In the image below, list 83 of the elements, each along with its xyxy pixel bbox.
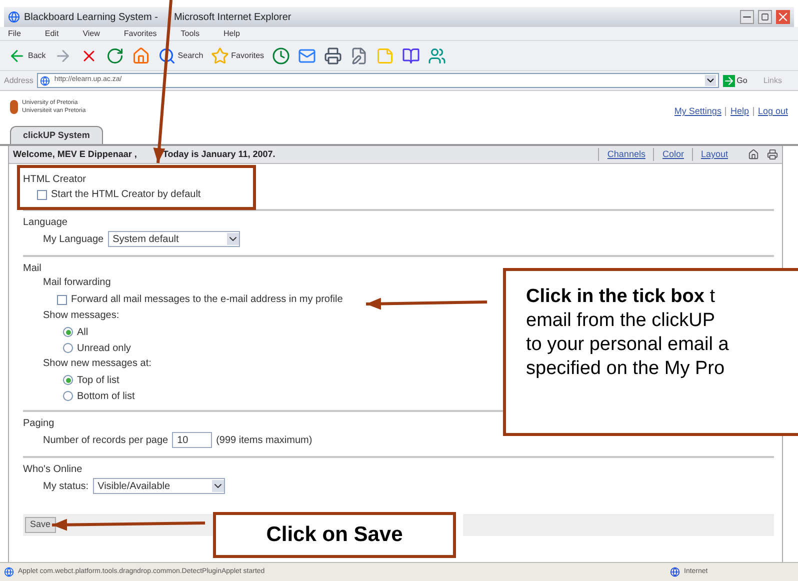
tab[interactable]: clickUP System: [10, 126, 103, 144]
printer-icon: [324, 46, 342, 64]
dropdown[interactable]: Visible/Available: [92, 478, 225, 494]
globe-icon: [670, 567, 680, 577]
menu-item[interactable]: Help: [223, 28, 240, 40]
checkbox[interactable]: [37, 190, 47, 200]
window-title: Microsoft Internet Explorer: [174, 10, 292, 24]
section-title: Paging: [23, 417, 56, 430]
header-link[interactable]: Log out: [758, 105, 788, 118]
header-link[interactable]: Help: [730, 105, 749, 118]
callout-text: email from the clickUP: [526, 309, 715, 333]
checkbox-label: Start the HTML Creator by default: [51, 188, 201, 202]
field-label: Number of records per page: [43, 434, 168, 448]
toolbar-button[interactable]: [298, 46, 316, 64]
radio-label: Unread only: [77, 342, 131, 356]
close-icon[interactable]: [776, 10, 790, 24]
radio-button[interactable]: [63, 375, 73, 385]
edit-icon: [350, 46, 368, 64]
maximize-icon[interactable]: [758, 10, 772, 24]
section-title: HTML Creator: [23, 173, 87, 186]
toolbar-button[interactable]: Favorites: [211, 46, 264, 64]
view-link[interactable]: Layout: [692, 148, 728, 162]
window-title: Blackboard Learning System -: [24, 10, 158, 24]
menu-item[interactable]: File: [8, 28, 21, 40]
menu-item[interactable]: View: [82, 28, 100, 40]
menu-item[interactable]: Favorites: [124, 28, 157, 40]
home-icon: [132, 46, 150, 64]
browser-icon: [8, 11, 20, 23]
callout-text: Click in the tick box t: [526, 285, 715, 309]
group-label: Show new messages at:: [43, 357, 152, 371]
toolbar-button[interactable]: [402, 46, 420, 64]
menu-item[interactable]: Tools: [180, 28, 200, 40]
book-icon: [402, 46, 420, 64]
view-link[interactable]: Color: [653, 148, 684, 162]
radio-label: Bottom of list: [77, 390, 135, 404]
section-title: Who's Online: [23, 463, 84, 476]
radio-button[interactable]: [63, 343, 73, 353]
clock-icon: [272, 46, 290, 64]
checkbox-label: Forward all mail messages to the e-mail address in my profile: [71, 293, 343, 307]
radio-button[interactable]: [63, 391, 73, 401]
field-label: My Language: [43, 232, 104, 246]
radio-label: All: [77, 326, 88, 340]
toolbar-button[interactable]: Search: [158, 46, 204, 64]
section-title: Mail: [23, 262, 42, 275]
toolbar-button[interactable]: [428, 46, 446, 64]
note-icon: [376, 46, 394, 64]
callout-text: specified on the My Pro: [526, 357, 725, 381]
group-label: Mail forwarding: [43, 276, 111, 290]
group-label: Show messages:: [43, 309, 120, 323]
home-icon[interactable]: [748, 149, 759, 160]
printer-icon[interactable]: [767, 149, 778, 160]
field-label: My status:: [43, 480, 89, 494]
toolbar-button[interactable]: [106, 46, 124, 64]
welcome-text: Today is January 11, 2007.: [162, 148, 276, 161]
toolbar-button[interactable]: [324, 46, 342, 64]
field-hint: (999 items maximum): [216, 434, 312, 448]
people-icon: [428, 46, 446, 64]
star-icon: [211, 46, 230, 64]
form-button[interactable]: Save: [25, 517, 56, 533]
search-icon: [158, 46, 176, 64]
toolbar-button[interactable]: Back: [8, 46, 46, 64]
address-label: Address: [4, 74, 34, 86]
dropdown[interactable]: System default: [108, 231, 240, 247]
toolbar-button[interactable]: [272, 46, 290, 64]
university-crest-icon: [10, 100, 18, 114]
number-field[interactable]: 10: [172, 432, 212, 448]
page-icon: [4, 567, 14, 577]
section-title: Language: [23, 216, 68, 229]
radio-button[interactable]: [63, 327, 73, 337]
page-icon: [40, 76, 50, 86]
menu-item[interactable]: Edit: [44, 28, 59, 40]
radio-label: Top of list: [77, 374, 120, 388]
toolbar-button[interactable]: [350, 46, 368, 64]
header-link[interactable]: My Settings: [674, 105, 722, 118]
checkbox[interactable]: [57, 294, 67, 304]
mail-icon: [298, 46, 316, 64]
go-button[interactable]: Go: [722, 74, 748, 86]
refresh-icon: [106, 46, 124, 64]
welcome-text: Welcome, MEV E Dippenaar ,: [13, 148, 137, 161]
callout-text: to your personal email a: [526, 333, 729, 357]
view-link[interactable]: Channels: [598, 148, 646, 162]
callout-text: Click on Save: [266, 522, 403, 548]
minimize-icon[interactable]: [740, 10, 754, 24]
